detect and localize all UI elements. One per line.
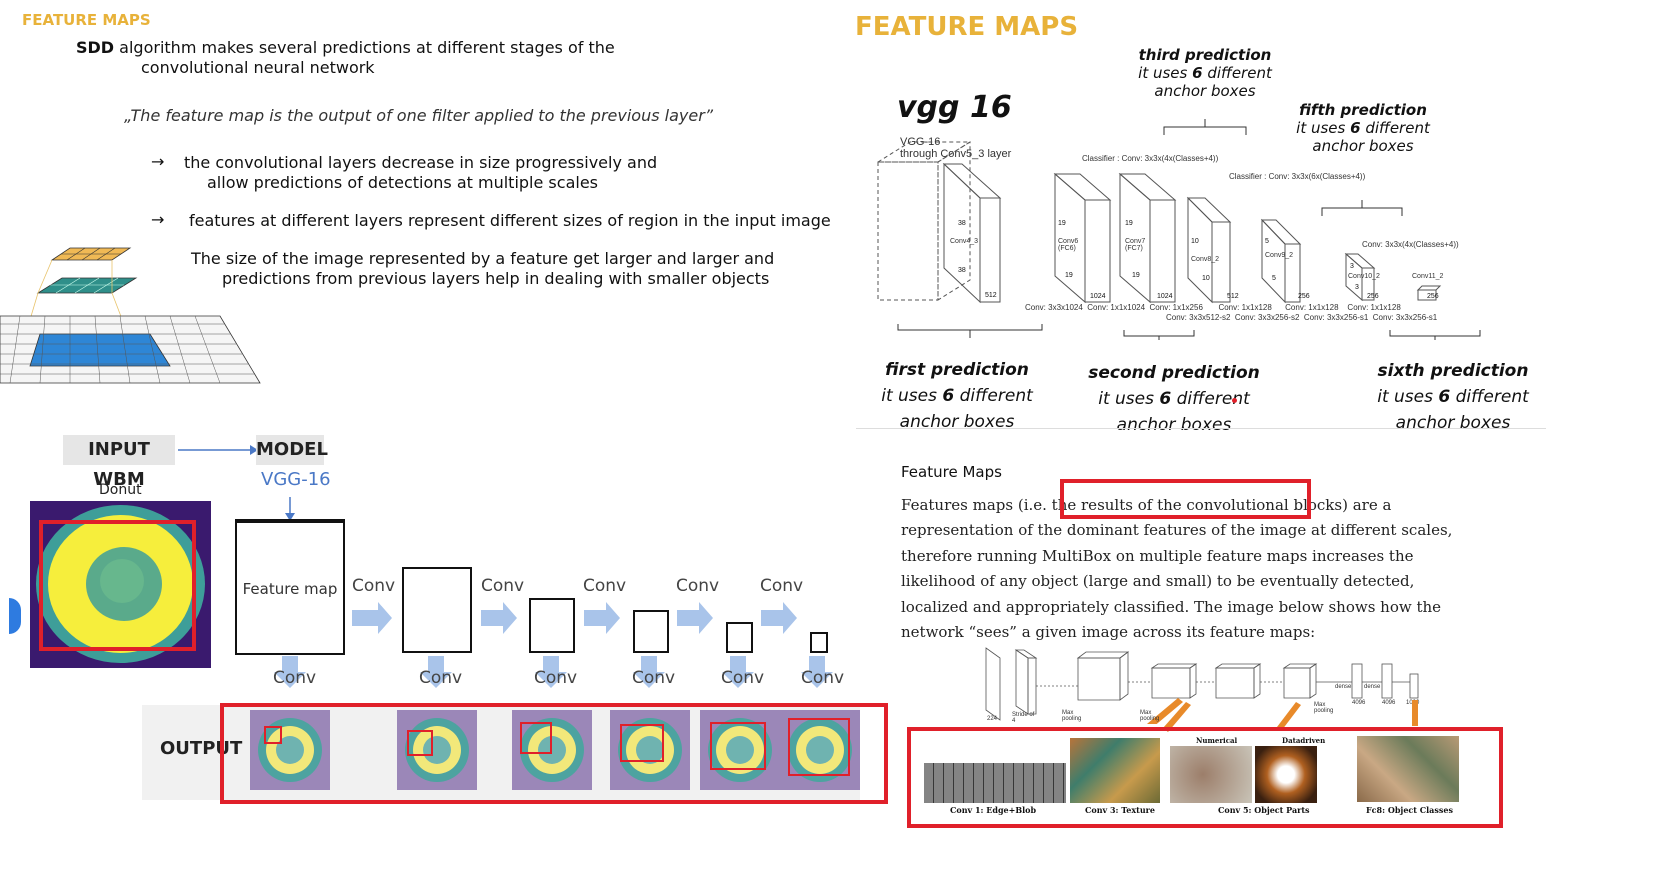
dim-12: 512 — [1227, 293, 1239, 300]
feature-panels-highlight-box — [907, 727, 1503, 828]
layer-label-conv4: Conv4_3 — [950, 238, 979, 245]
net-label-224: 224 — [987, 716, 998, 722]
net-label-maxpool-1: Max pooling — [1062, 710, 1082, 722]
article-heading: Feature Maps — [901, 463, 1002, 481]
conv-label-v6: Conv — [801, 668, 845, 688]
net-label-dense-1: dense — [1335, 684, 1352, 690]
h-arrow-3 — [584, 602, 620, 634]
conv-label-v2: Conv — [419, 668, 463, 688]
layer-label-conv8: Conv8_2 — [1191, 256, 1220, 263]
right-section-title: FEATURE MAPS — [855, 12, 1079, 42]
dim-18: 256 — [1367, 293, 1379, 300]
layer-label-fc7: Conv7 (FC7) — [1125, 238, 1146, 252]
layer-label-fc6: Conv6 (FC6) — [1058, 238, 1079, 252]
conv-label-v5: Conv — [721, 668, 765, 688]
conv-label-v4: Conv — [632, 668, 676, 688]
prediction-sixth: sixth prediction it uses 6 different anc… — [1377, 361, 1529, 433]
prediction-third: third prediction it uses 6 different anc… — [1138, 46, 1272, 100]
phrase-highlight-box — [1060, 479, 1311, 519]
dim-13: 5 — [1265, 238, 1269, 245]
dim-5: 19 — [1065, 272, 1073, 279]
dim-10: 10 — [1191, 238, 1199, 245]
dim-4: 19 — [1058, 220, 1066, 227]
layer-label-conv10: Conv10_2 — [1348, 273, 1380, 280]
net-label-dense-2: dense — [1364, 684, 1381, 690]
conv-row-1: Conv: 3x3x1024 Conv: 1x1x1024 Conv: 1x1x… — [1025, 303, 1401, 312]
dim-7: 19 — [1125, 220, 1133, 227]
conv-label-v3: Conv — [534, 668, 578, 688]
dim-8: 19 — [1132, 272, 1140, 279]
h-arrow-1 — [352, 602, 392, 634]
dim-2: 38 — [958, 267, 966, 274]
dim-1: 38 — [958, 220, 966, 227]
prediction-first: first prediction it uses 6 different anc… — [881, 360, 1033, 432]
layer-label-conv9: Conv9_2 — [1265, 252, 1294, 259]
dim-15: 256 — [1298, 293, 1310, 300]
dim-6: 1024 — [1090, 293, 1106, 300]
output-highlight-box — [220, 703, 888, 804]
dim-3: 512 — [985, 292, 997, 299]
dim-14: 5 — [1272, 275, 1276, 282]
pipeline-arrows — [274, 602, 833, 688]
net-label-stride: Stride of 4 — [1012, 712, 1035, 724]
layer-label-conv11: Conv11_2 — [1412, 273, 1444, 280]
h-arrow-4 — [677, 602, 713, 634]
h-arrow-5 — [761, 602, 797, 634]
dim-16: 3 — [1350, 263, 1354, 270]
dim-19: 256 — [1427, 293, 1439, 300]
prediction-fifth: fifth prediction it uses 6 different anc… — [1296, 101, 1430, 155]
prediction-second: second prediction it uses 6 different an… — [1088, 363, 1260, 435]
conv-label-v1: Conv — [273, 668, 317, 688]
conv-row-2: Conv: 3x3x512-s2 Conv: 3x3x256-s2 Conv: … — [1166, 313, 1438, 322]
h-arrow-2 — [481, 602, 517, 634]
right-divider — [856, 428, 1546, 429]
red-dot — [1232, 398, 1237, 403]
dim-9: 1024 — [1157, 293, 1173, 300]
dim-11: 10 — [1202, 275, 1210, 282]
third-pred-bracket — [1163, 119, 1247, 135]
dim-17: 3 — [1355, 284, 1359, 291]
vgg16-title: vgg 16 — [897, 90, 1012, 125]
